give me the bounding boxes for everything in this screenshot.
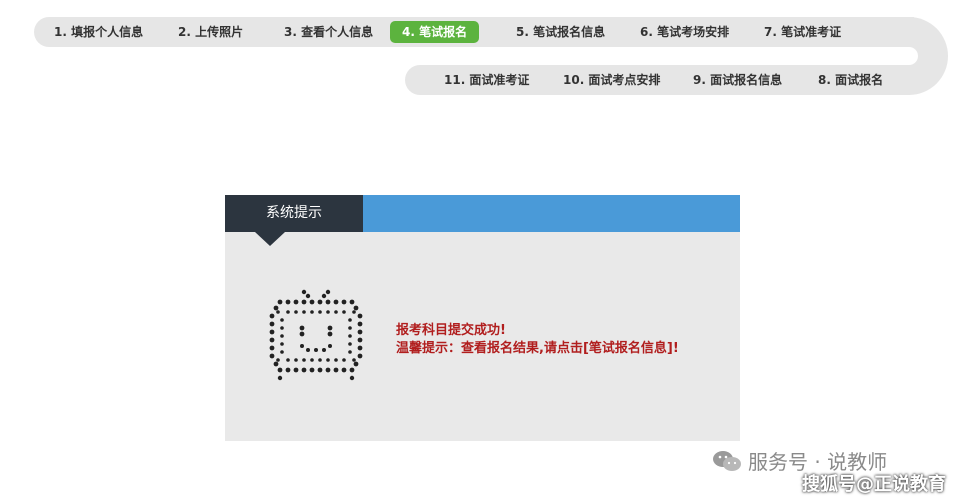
step-view-personal-info[interactable]: 3. 查看个人信息: [284, 21, 373, 43]
step-written-admission-ticket[interactable]: 7. 笔试准考证: [764, 21, 841, 43]
step-fill-personal-info[interactable]: 1. 填报个人信息: [54, 21, 143, 43]
step-written-exam-room[interactable]: 6. 笔试考场安排: [640, 21, 729, 43]
step-interview-registration-info[interactable]: 9. 面试报名信息: [693, 69, 782, 91]
tv-smiley-icon: [269, 289, 363, 381]
step-interview-venue[interactable]: 10. 面试考点安排: [563, 69, 660, 91]
dialog-title: 系统提示: [225, 195, 363, 232]
step-interview-admission-ticket[interactable]: 11. 面试准考证: [444, 69, 529, 91]
step-written-registration-info[interactable]: 5. 笔试报名信息: [516, 21, 605, 43]
step-upload-photo[interactable]: 2. 上传照片: [178, 21, 243, 43]
step-written-registration[interactable]: 4. 笔试报名: [390, 21, 480, 43]
step-interview-registration[interactable]: 8. 面试报名: [818, 69, 883, 91]
hint-message: 温馨提示：查看报名结果,请点击[笔试报名信息]!: [396, 341, 679, 356]
dialog-tab-pointer: [255, 232, 285, 246]
watermark-sohu: 搜狐号@正说教育: [802, 474, 946, 495]
success-message: 报考科目提交成功!: [396, 323, 506, 338]
wechat-icon: [713, 450, 741, 471]
